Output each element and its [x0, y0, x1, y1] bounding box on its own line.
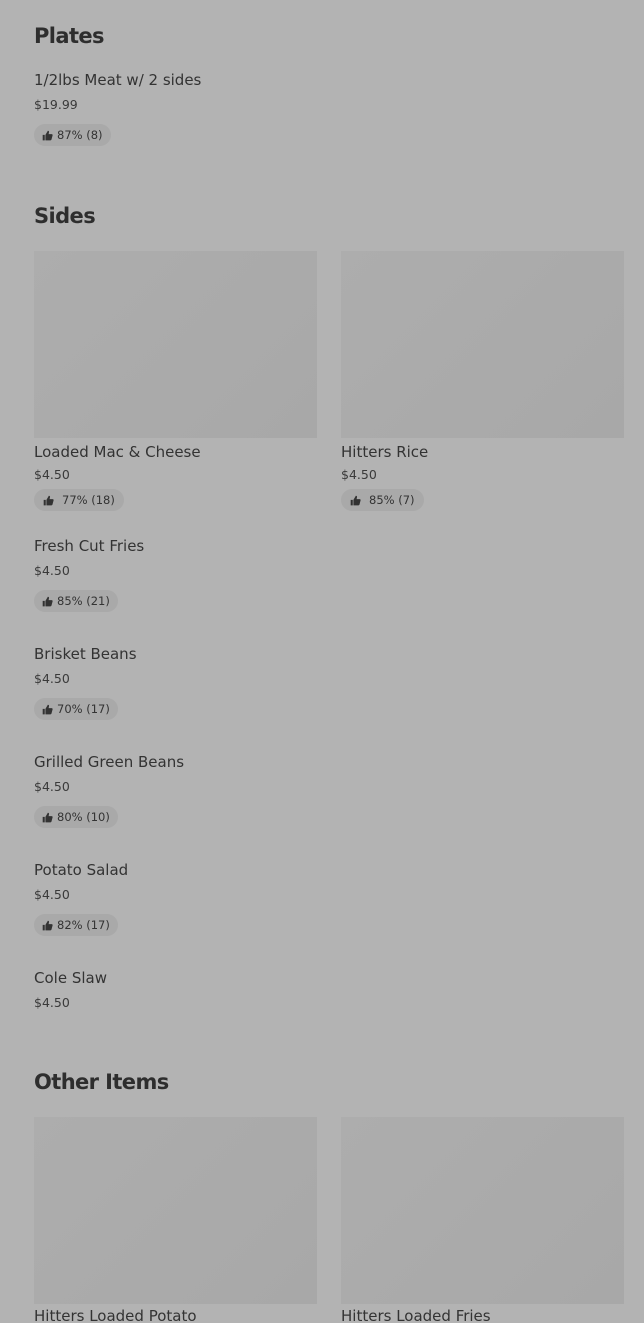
rating-badge[interactable]: 87% (8)	[34, 124, 111, 146]
item-name: 1/2lbs Meat w/ 2 sides	[34, 71, 202, 89]
rating-text: 87% (8)	[57, 128, 103, 142]
item-name[interactable]: Hitters Loaded Fries	[341, 1307, 491, 1323]
rating-badge[interactable]: 70% (17)	[34, 698, 118, 720]
item-image-hitters-loaded-fries[interactable]	[341, 1117, 624, 1304]
item-name: Fresh Cut Fries	[34, 537, 145, 555]
thumbs-up-icon	[42, 704, 53, 715]
section-title-plates: Plates	[34, 24, 105, 48]
rating-text: 82% (17)	[57, 918, 110, 932]
item-price: $4.50	[34, 671, 70, 686]
item-price: $4.50	[341, 467, 377, 482]
rating-text: 77% (18)	[62, 493, 115, 507]
item-price: $4.50	[34, 563, 70, 578]
thumbs-up-icon	[42, 130, 53, 141]
rating-badge[interactable]: 80% (10)	[34, 806, 118, 828]
item-price: $4.50	[34, 467, 70, 482]
item-image-hitters-rice[interactable]	[341, 251, 624, 438]
rating-text: 85% (7)	[369, 493, 415, 507]
thumbs-up-icon	[42, 920, 53, 931]
item-image-hitters-loaded-potato[interactable]	[34, 1117, 317, 1304]
item-name: Brisket Beans	[34, 645, 137, 663]
item-price: $4.50	[34, 995, 70, 1010]
item-price: $4.50	[34, 887, 70, 902]
menu-item-cole-slaw[interactable]	[34, 968, 624, 1014]
item-name: Grilled Green Beans	[34, 753, 185, 771]
section-title-other-items: Other Items	[34, 1070, 169, 1094]
item-name[interactable]: Loaded Mac & Cheese	[34, 443, 201, 461]
item-name: Potato Salad	[34, 861, 129, 879]
thumbs-up-icon	[42, 596, 53, 607]
item-price: $19.99	[34, 97, 78, 112]
item-image-loaded-mac-and-cheese[interactable]	[34, 251, 317, 438]
rating-badge[interactable]: 77% (18)	[34, 489, 124, 511]
rating-badge[interactable]: 85% (21)	[34, 590, 118, 612]
thumbs-up-icon	[42, 812, 53, 823]
rating-text: 85% (21)	[57, 594, 110, 608]
rating-text: 80% (10)	[57, 810, 110, 824]
rating-badge[interactable]: 82% (17)	[34, 914, 118, 936]
menu-page: Plates 1/2lbs Meat w/ 2 sides $19.99 87%…	[0, 0, 644, 1323]
item-name[interactable]: Hitters Loaded Potato	[34, 1307, 197, 1323]
thumbs-up-icon	[43, 495, 54, 506]
thumbs-up-icon	[350, 495, 361, 506]
section-title-sides: Sides	[34, 204, 96, 228]
item-price: $4.50	[34, 779, 70, 794]
rating-badge[interactable]: 85% (7)	[341, 489, 424, 511]
rating-text: 70% (17)	[57, 702, 110, 716]
item-name: Cole Slaw	[34, 969, 107, 987]
item-name[interactable]: Hitters Rice	[341, 443, 428, 461]
